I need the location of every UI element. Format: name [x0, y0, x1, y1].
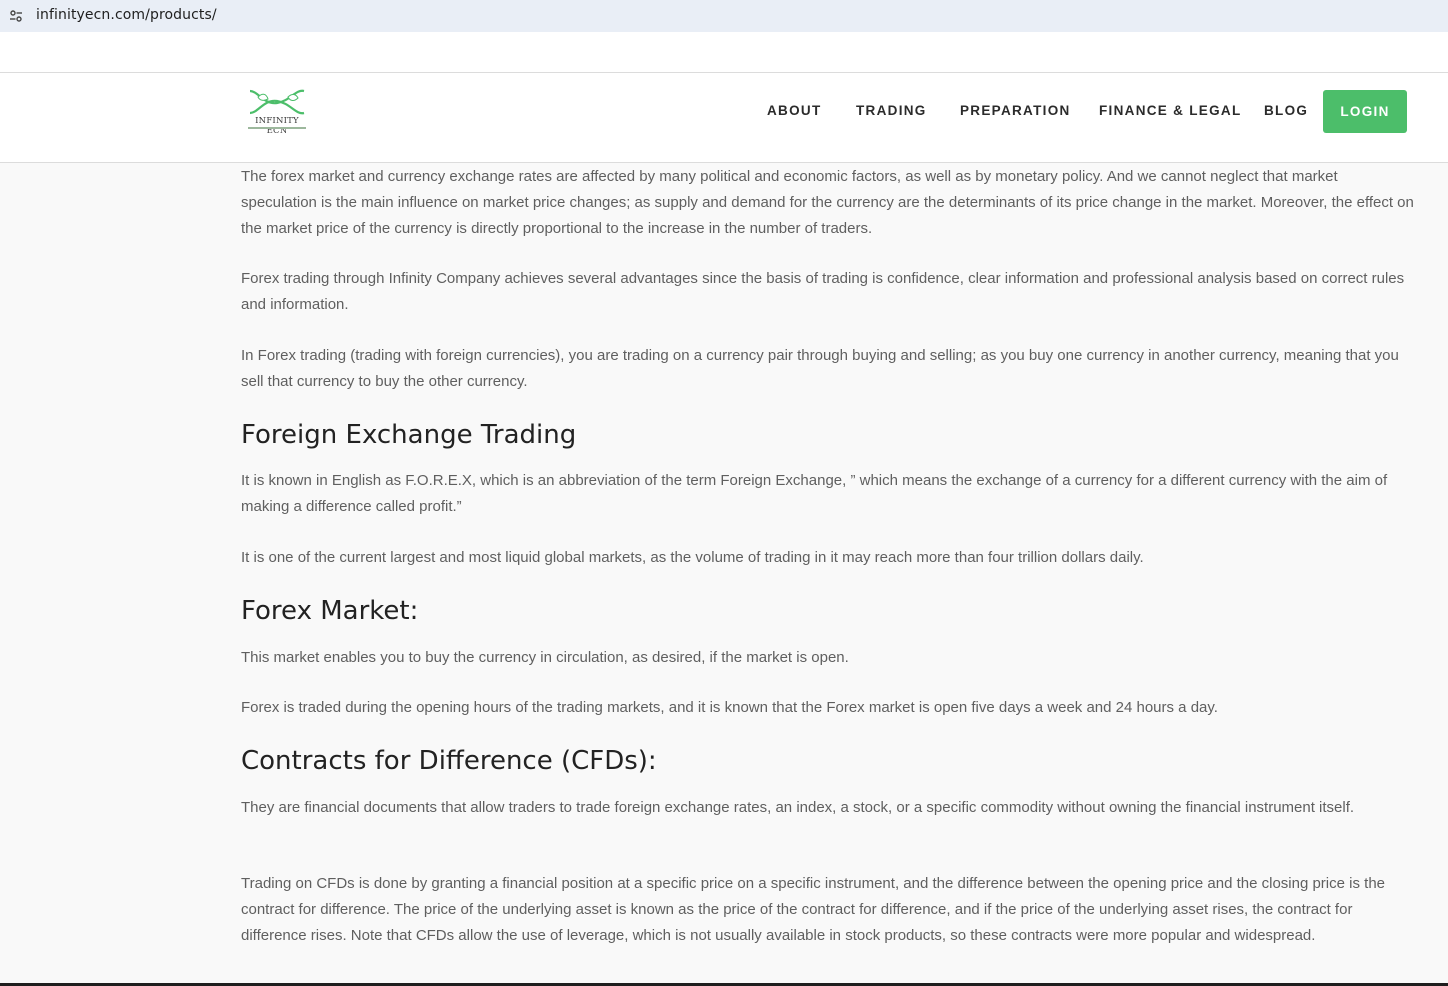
intro-paragraph-3: In Forex trading (trading with foreign c… — [241, 347, 1399, 390]
intro-paragraph-1: The forex market and currency exchange r… — [241, 168, 1414, 237]
section2-paragraph-1: This market enables you to buy the curre… — [241, 649, 849, 666]
section3-paragraph-2: Trading on CFDs is done by granting a fi… — [241, 875, 1385, 944]
page-top-strip — [0, 32, 1448, 72]
section3-paragraph-1: They are financial documents that allow … — [241, 799, 1355, 816]
nav-preparation[interactable]: PREPARATION — [960, 102, 1071, 120]
tune-icon[interactable] — [6, 6, 26, 26]
nav-finance-legal[interactable]: FINANCE & LEGAL — [1099, 102, 1242, 120]
address-bar: infinityecn.com/products/ — [0, 0, 1448, 32]
logo-tagline-line — [248, 127, 306, 129]
site-header: INFINITY ECN ABOUT TRADING PREPARATION F… — [0, 72, 1448, 163]
site-logo[interactable]: INFINITY ECN — [244, 87, 310, 143]
login-button[interactable]: LOGIN — [1323, 90, 1407, 133]
nav-trading[interactable]: TRADING — [856, 102, 927, 120]
heading-foreign-exchange-trading: Foreign Exchange Trading — [241, 420, 577, 450]
section2-paragraph-2: Forex is traded during the opening hours… — [241, 699, 1218, 716]
section1-paragraph-2: It is one of the current largest and mos… — [241, 549, 1144, 566]
nav-about[interactable]: ABOUT — [767, 102, 822, 120]
heading-cfds: Contracts for Difference (CFDs): — [241, 746, 657, 776]
infinity-logo-icon — [249, 89, 305, 115]
heading-forex-market: Forex Market: — [241, 596, 419, 626]
intro-paragraph-2: Forex trading through Infinity Company a… — [241, 270, 1405, 313]
logo-text: INFINITY ECN — [255, 116, 299, 136]
section1-paragraph-1: It is known in English as F.O.R.E.X, whi… — [241, 472, 1388, 515]
nav-blog[interactable]: BLOG — [1264, 102, 1308, 120]
url-text[interactable]: infinityecn.com/products/ — [36, 7, 217, 23]
